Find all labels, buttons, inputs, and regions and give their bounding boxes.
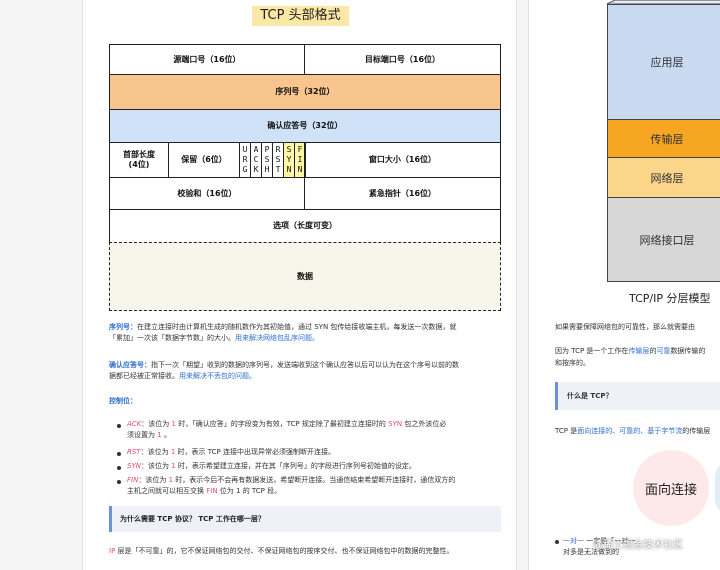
fin-bit-item: FIN：该位为 1 时，表示今后不会再有数据发送，希望断开连接。当通信结束希望断… xyxy=(127,475,503,497)
right-paragraph-2: 因为 TCP 是一个工作在传输层的可靠数据传输的 xyxy=(555,346,705,357)
seq-term: 序列号： xyxy=(109,323,137,331)
connection-oriented-circle: 面向连接 xyxy=(633,450,709,526)
layer-network: 网络层 xyxy=(607,158,720,198)
page-gap xyxy=(517,0,528,570)
fin-bit-value: 1 xyxy=(168,476,174,484)
ip-term: IP xyxy=(109,547,116,555)
bullet-dot xyxy=(555,540,559,544)
fin-bit-fin: FIN xyxy=(206,487,218,495)
options-field: 选项（长度可变） xyxy=(109,209,501,243)
right-text-4a: TCP 是 xyxy=(555,427,578,435)
ack-bit-text-5: 。 xyxy=(163,431,171,439)
layer-transport-label: 传输层 xyxy=(650,132,684,146)
right-text-4c: 的传输层 xyxy=(682,427,711,435)
ack-desc-2: 据都已经被正常接收。 xyxy=(109,372,179,380)
ack-bit-value-2: 1 xyxy=(157,431,162,439)
layer-application-label: 应用层 xyxy=(650,56,684,69)
seq-desc-1: 在建立连接时由计算机生成的随机数作为其初始值，通过 SYN 包传给接收端主机，每… xyxy=(137,323,457,331)
header-length-bits: (4位) xyxy=(128,160,150,169)
ack-paragraph: 确认应答号：指下一次「期望」收到的数据的序列号，发送端收到这个确认应答以后可以认… xyxy=(109,360,504,382)
layer-link-label: 网络接口层 xyxy=(639,233,695,247)
left-gutter xyxy=(0,0,82,570)
ack-bit-text-1: ：该位为 xyxy=(141,420,170,428)
rst-bit-value: 1 xyxy=(170,448,176,456)
bullet-dot xyxy=(117,480,121,484)
fin-bit-name: FIN xyxy=(127,476,139,484)
right-paragraph-2-cont: 和按序的。 xyxy=(555,359,590,367)
src-port-field: 源端口号（16位） xyxy=(109,44,305,75)
layer-application: 应用层 xyxy=(607,4,720,120)
ack-field: 确认应答号（32位） xyxy=(109,109,501,143)
diagram-title: TCP 头部格式 xyxy=(252,6,349,26)
layer-network-label: 网络层 xyxy=(650,171,684,185)
document-page-left: TCP 头部格式 源端口号（16位） 目标端口号（16位） 序列号（32位） 确… xyxy=(82,0,517,570)
header-length-field: 首部长度 (4位) xyxy=(109,142,169,178)
syn-bit-value: 1 xyxy=(171,462,176,470)
bullet-dot xyxy=(117,452,121,456)
right-question-callout: 什么是 TCP？ xyxy=(555,382,720,410)
window-size-field: 窗口大小（16位） xyxy=(304,142,501,178)
urgent-pointer-field: 紧急指针（16位） xyxy=(304,177,501,210)
right-footer-a: 一对一 xyxy=(563,537,584,545)
rst-bit-name: RST xyxy=(127,448,141,456)
seq-highlight: 用来解决网络包乱序问题。 xyxy=(235,334,319,342)
ack-bit-name: ACK xyxy=(127,420,142,428)
layer-caption: TCP/IP 分层模型 xyxy=(629,292,711,305)
question-callout: 为什么需要 TCP 协议？ TCP 工作在哪一层？ xyxy=(109,506,501,532)
ip-desc: 层是「不可靠」的，它不保证网络包的交付、不保证网络包的按序交付、也不保证网络包中… xyxy=(117,547,454,555)
checksum-field: 校验和（16位） xyxy=(109,177,305,210)
document-page-right: 应用层 传输层 网络层 网络接口层 TCP/IP 分层模型 如果需要保障网络包的… xyxy=(528,0,720,570)
rst-bit-text-2: 时，表示 TCP 连接中出现异常必须强制断开连接。 xyxy=(177,448,335,456)
watermark: @稀土掘金技术社区 xyxy=(593,540,683,551)
reserved-field: 保留（6位） xyxy=(168,142,240,178)
next-circle-partial xyxy=(715,458,720,518)
ack-bit-text-3: 包之外该位必 xyxy=(404,420,447,428)
ip-paragraph: IP 层是「不可靠」的，它不保证网络包的交付、不保证网络包的按序交付、也不保证网… xyxy=(109,546,504,557)
ack-bit-text-4: 须设置为 xyxy=(127,431,155,439)
right-text-2a: 因为 TCP 是一个工作在 xyxy=(555,347,629,355)
rst-bit-item: RST：该位为 1 时，表示 TCP 连接中出现异常必须强制断开连接。 xyxy=(127,447,503,458)
ack-bit-value: 1 xyxy=(171,420,176,428)
ack-term: 确认应答号： xyxy=(109,361,151,369)
right-question-text: 什么是 TCP？ xyxy=(567,392,613,400)
right-text-2b: 传输层 xyxy=(628,347,650,355)
seq-paragraph: 序列号：在建立连接时由计算机生成的随机数作为其初始值，通过 SYN 包传给接收端… xyxy=(109,322,504,344)
syn-bit-item: SYN：该位为 1 时，表示希望建立连接，并在其「序列号」的字段进行序列号初始值… xyxy=(127,461,503,472)
right-paragraph-3: TCP 是面向连接的、可靠的、基于字节流的传输层 xyxy=(555,426,710,437)
ack-bit-text-2: 时，「确认应答」的字段变为有效，TCP 规定除了最初建立连接时的 xyxy=(178,420,386,428)
syn-bit-text-2: 时，表示希望建立连接，并在其「序列号」的字段进行序列号初始值的设定。 xyxy=(177,462,416,470)
control-bits-heading: 控制位： xyxy=(109,397,137,405)
data-field: 数据 xyxy=(109,242,501,311)
dst-port-field: 目标端口号（16位） xyxy=(304,44,501,75)
fin-bit-text-4: 位为 1 的 TCP 段。 xyxy=(219,487,282,495)
rst-bit-text-1: ：该位为 xyxy=(140,448,169,456)
ack-bit-syn: SYN xyxy=(388,420,403,428)
right-text-4b: 面向连接的、可靠的、基于字节流 xyxy=(577,427,683,435)
bullet-dot xyxy=(117,466,121,470)
right-text-2e: 数据传输的 xyxy=(670,347,706,355)
seq-field: 序列号（32位） xyxy=(109,74,501,110)
seq-desc-2: 「累加」一次该「数据字节数」的大小。 xyxy=(109,334,235,342)
right-paragraph-1: 如果需要保障网络包的可靠性，那么就需要由 xyxy=(555,323,695,331)
header-length-label: 首部长度 xyxy=(123,150,155,159)
bullet-dot xyxy=(117,424,121,428)
ack-highlight: 用来解决不丢包的问题。 xyxy=(179,372,256,380)
layer-transport: 传输层 xyxy=(607,120,720,158)
fin-bit-text-2: 时，表示今后不会再有数据发送，希望断开连接。当通信结束希望断开连接时，通信双方的 xyxy=(175,476,456,484)
circle-label: 面向连接 xyxy=(644,482,697,498)
syn-bit-name: SYN xyxy=(127,462,141,470)
fin-bit-text-3: 主机之间就可以相互交换 xyxy=(127,487,204,495)
layer-link: 网络接口层 xyxy=(607,198,720,282)
ack-bit-item: ACK：该位为 1 时，「确认应答」的字段变为有效，TCP 规定除了最初建立连接… xyxy=(127,419,503,441)
syn-bit-text-1: ：该位为 xyxy=(140,462,169,470)
fin-bit-text-1: ：该位为 xyxy=(138,476,167,484)
right-text-2d: 可靠 xyxy=(656,347,671,355)
ack-desc-1: 指下一次「期望」收到的数据的序列号，发送端收到这个确认应答以后可以认为在这个序号… xyxy=(151,361,459,369)
